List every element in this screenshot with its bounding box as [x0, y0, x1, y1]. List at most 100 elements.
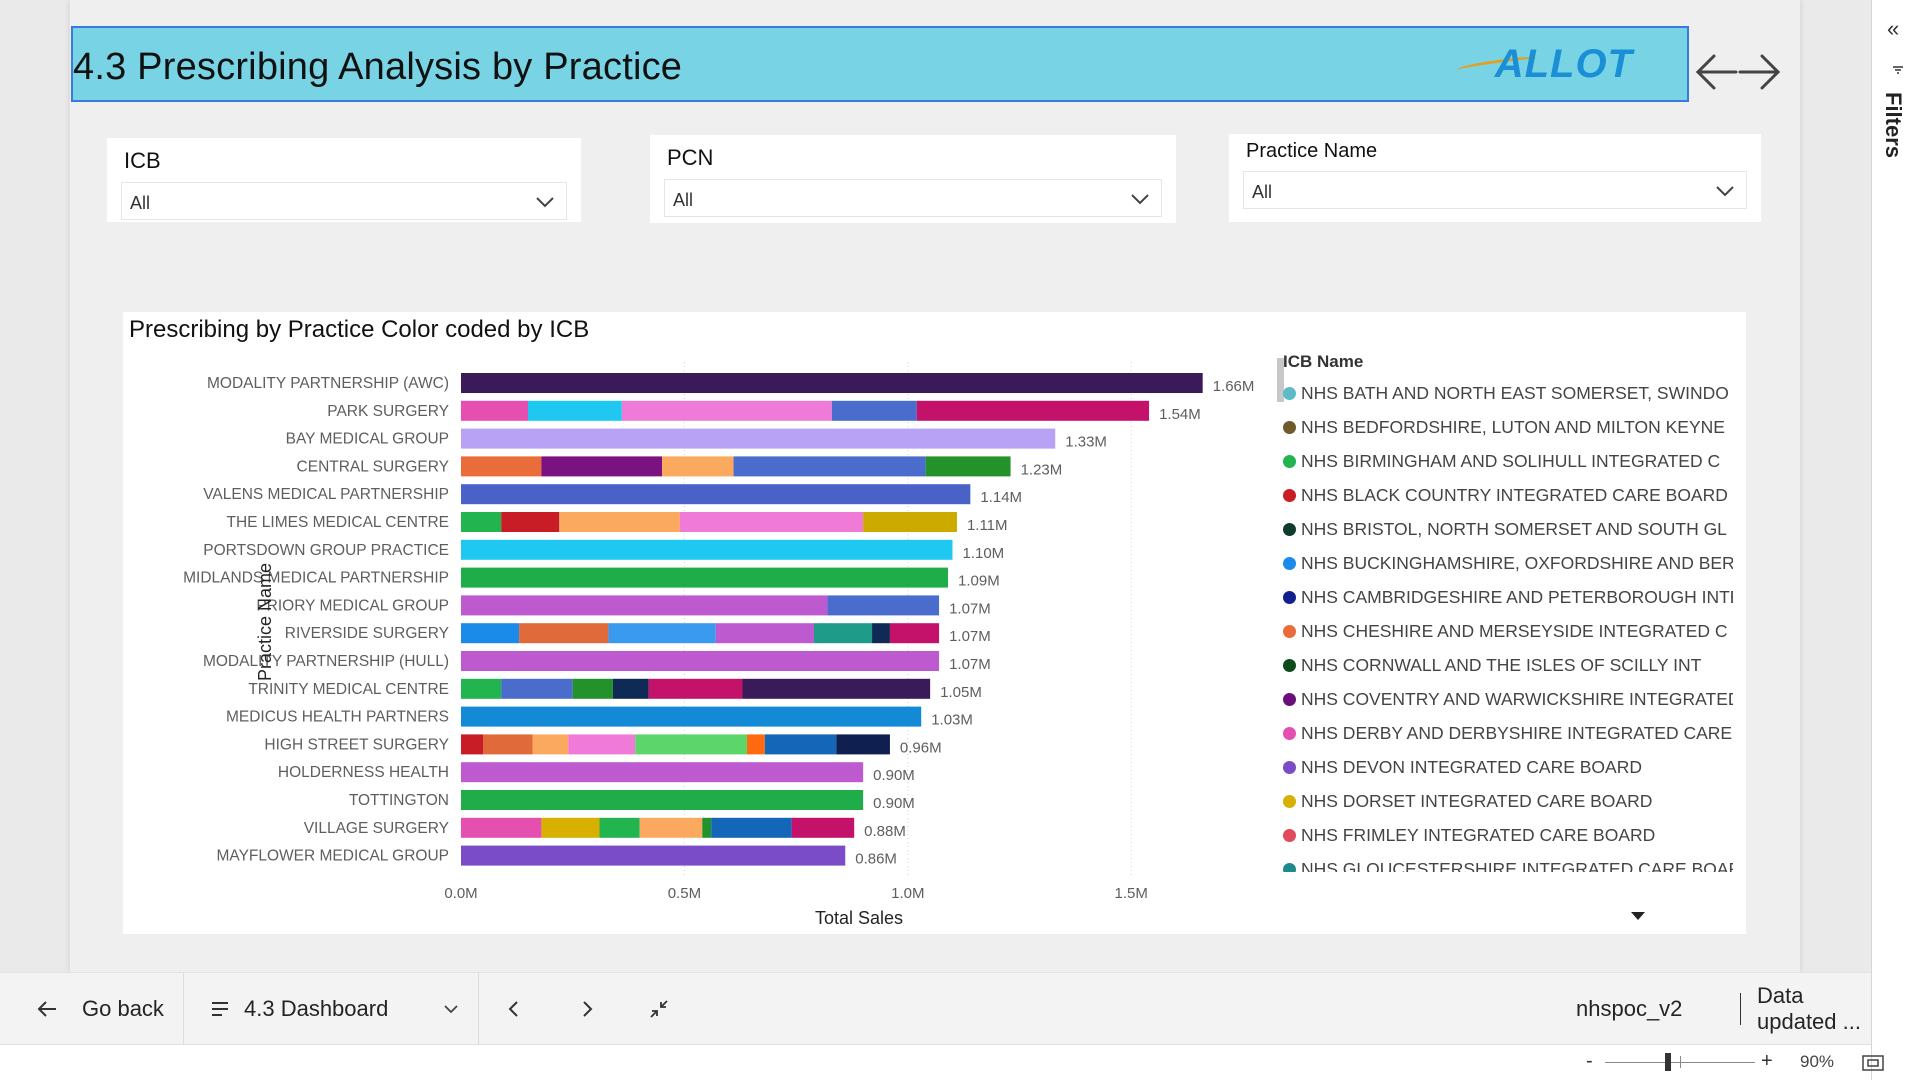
arrow-right-icon[interactable] — [1738, 54, 1781, 90]
bar-segment[interactable] — [461, 400, 529, 421]
legend-item[interactable]: NHS CORNWALL AND THE ISLES OF SCILLY INT — [1283, 648, 1733, 682]
legend-item[interactable]: NHS BATH AND NORTH EAST SOMERSET, SWINDO — [1283, 376, 1733, 410]
bar-segment[interactable] — [461, 734, 484, 755]
legend-item[interactable]: NHS DEVON INTEGRATED CARE BOARD — [1283, 750, 1733, 784]
go-back-button[interactable]: Go back — [36, 973, 186, 1045]
prev-page-button[interactable] — [505, 973, 535, 1045]
data-label: 0.90M — [873, 795, 915, 812]
bar-segment[interactable] — [679, 512, 864, 532]
bar-segment[interactable] — [461, 373, 1203, 393]
data-updated-status[interactable]: Data updated ... — [1757, 973, 1871, 1045]
bar-segment[interactable] — [662, 456, 734, 477]
bar-segment[interactable] — [715, 623, 814, 644]
zoom-in-button[interactable]: + — [1761, 1050, 1773, 1073]
bar-segment[interactable] — [733, 456, 926, 477]
zoom-slider-thumb[interactable] — [1665, 1053, 1672, 1071]
bar-segment[interactable] — [528, 400, 622, 421]
legend-label: NHS CHESHIRE AND MERSEYSIDE INTEGRATED C — [1301, 620, 1728, 641]
bar-segment[interactable] — [764, 734, 837, 755]
bar-segment[interactable] — [461, 567, 949, 588]
legend-scroll-down-icon[interactable] — [1631, 912, 1645, 920]
bar-segment[interactable] — [461, 456, 542, 477]
go-back-label: Go back — [82, 996, 164, 1021]
bar-segment[interactable] — [827, 595, 940, 616]
bar-segment[interactable] — [461, 595, 828, 616]
bar-segment[interactable] — [461, 678, 502, 699]
page-selector[interactable]: 4.3 Dashboard — [210, 973, 460, 1045]
legend-item[interactable]: NHS GLOUCESTERSHIRE INTEGRATED CARE BOAR — [1283, 852, 1733, 872]
bar-segment[interactable] — [599, 817, 640, 838]
legend-item[interactable]: NHS COVENTRY AND WARWICKSHIRE INTEGRATED — [1283, 682, 1733, 716]
bar-segment[interactable] — [461, 512, 502, 532]
bar-segment[interactable] — [889, 623, 940, 644]
legend-item[interactable]: NHS BLACK COUNTRY INTEGRATED CARE BOARD — [1283, 478, 1733, 512]
bar-segment[interactable] — [711, 817, 792, 838]
legend-item[interactable]: NHS BRISTOL, NORTH SOMERSET AND SOUTH GL — [1283, 512, 1733, 546]
legend-item[interactable]: NHS CAMBRIDGESHIRE AND PETERBOROUGH INTE — [1283, 580, 1733, 614]
y-tick-label: MODALITY PARTNERSHIP (AWC) — [207, 375, 449, 392]
bar-segment[interactable] — [608, 623, 716, 644]
bar-segment[interactable] — [541, 456, 663, 477]
bar-segment[interactable] — [791, 817, 855, 838]
legend-swatch — [1283, 590, 1296, 604]
collapse-button[interactable] — [648, 973, 678, 1045]
fit-page-icon[interactable] — [1862, 1054, 1884, 1072]
legend-item[interactable]: NHS CHESHIRE AND MERSEYSIDE INTEGRATED C — [1283, 614, 1733, 648]
bar-segment[interactable] — [501, 512, 560, 532]
data-label: 1.07M — [949, 656, 991, 673]
bar-segment[interactable] — [461, 762, 864, 783]
bar-segment[interactable] — [461, 484, 971, 505]
bar-segment[interactable] — [742, 678, 931, 699]
bar-segment[interactable] — [863, 512, 957, 532]
bar-segment[interactable] — [461, 790, 864, 810]
bar-segment[interactable] — [648, 678, 743, 699]
y-tick-label: MODALITY PARTNERSHIP (HULL) — [203, 653, 449, 670]
practice-name-dropdown[interactable]: All — [1243, 171, 1747, 209]
bar-segment[interactable] — [461, 845, 846, 866]
chevron-down-icon — [536, 197, 554, 208]
bar-segment[interactable] — [541, 817, 600, 838]
bar-segment[interactable] — [746, 734, 765, 755]
bar-segment[interactable] — [872, 623, 890, 644]
bar-segment[interactable] — [519, 623, 609, 644]
pcn-dropdown[interactable]: All — [664, 179, 1162, 217]
bar-segment[interactable] — [925, 456, 1011, 477]
bar-segment[interactable] — [461, 623, 520, 644]
bar-segment[interactable] — [461, 651, 940, 671]
bar-segment[interactable] — [532, 734, 569, 755]
legend-swatch — [1283, 828, 1296, 842]
bar-segment[interactable] — [612, 678, 649, 699]
dataset-name: nhspoc_v2 — [1576, 996, 1683, 1021]
filters-pane[interactable]: « Filters — [1871, 0, 1920, 1080]
bar-segment[interactable] — [559, 512, 680, 532]
legend-item[interactable]: NHS BUCKINGHAMSHIRE, OXFORDSHIRE AND BER — [1283, 546, 1733, 580]
bar-segment[interactable] — [568, 734, 636, 755]
bar-segment[interactable] — [483, 734, 533, 755]
legend-item[interactable]: NHS DORSET INTEGRATED CARE BOARD — [1283, 784, 1733, 818]
icb-dropdown[interactable]: All — [121, 182, 567, 220]
bar-segment[interactable] — [621, 400, 832, 421]
bar-segment[interactable] — [702, 817, 712, 838]
bar-segment[interactable] — [572, 678, 613, 699]
zoom-out-button[interactable]: - — [1586, 1050, 1593, 1073]
legend-item[interactable]: NHS BEDFORDSHIRE, LUTON AND MILTON KEYNE — [1283, 410, 1733, 444]
icb-dropdown-value: All — [130, 193, 151, 213]
double-chevron-left-icon[interactable]: « — [1887, 16, 1899, 42]
bar-segment[interactable] — [639, 817, 703, 838]
bar-segment[interactable] — [916, 400, 1150, 421]
legend-item[interactable]: NHS DERBY AND DERBYSHIRE INTEGRATED CARE — [1283, 716, 1733, 750]
next-page-button[interactable] — [578, 973, 608, 1045]
bar-segment[interactable] — [461, 428, 1056, 449]
legend-item[interactable]: NHS FRIMLEY INTEGRATED CARE BOARD — [1283, 818, 1733, 852]
bar-segment[interactable] — [836, 734, 890, 755]
legend-item[interactable]: NHS BIRMINGHAM AND SOLIHULL INTEGRATED C — [1283, 444, 1733, 478]
bar-segment[interactable] — [813, 623, 873, 644]
bar-segment[interactable] — [831, 400, 917, 421]
bar-segment[interactable] — [501, 678, 573, 699]
bar-segment[interactable] — [461, 706, 922, 727]
bar-segment[interactable] — [635, 734, 747, 755]
page-nav-arrows[interactable] — [1694, 50, 1784, 94]
bar-segment[interactable] — [461, 817, 542, 838]
bar-segment[interactable] — [461, 539, 953, 560]
arrow-left-icon[interactable] — [1695, 54, 1738, 90]
